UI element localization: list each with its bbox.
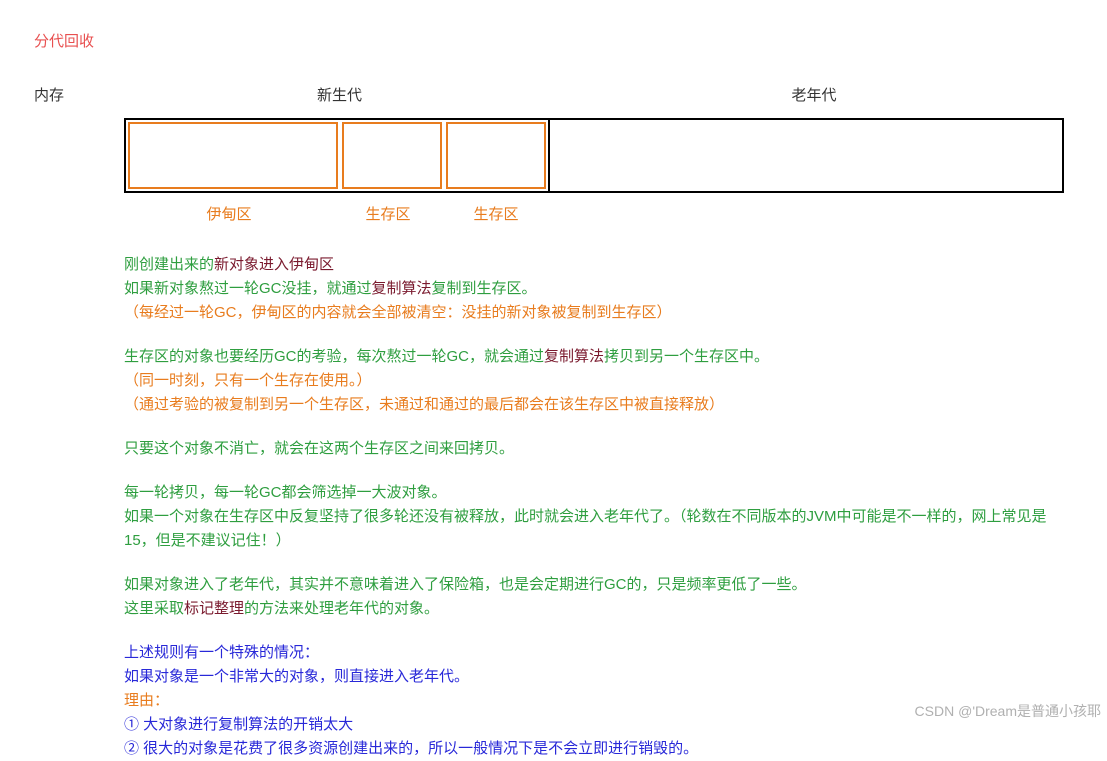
text: 每一轮拷贝，每一轮GC都会筛选掉一大波对象。 bbox=[124, 481, 1064, 505]
text: 如果对象进入了老年代，其实并不意味着进入了保险箱，也是会定期进行GC的，只是频率… bbox=[124, 573, 1064, 597]
text: 刚创建出来的 bbox=[124, 256, 214, 273]
text: 拷贝到另一个生存区中。 bbox=[604, 348, 769, 365]
text: 标记整理 bbox=[184, 600, 244, 617]
eden-label: 伊甸区 bbox=[124, 203, 334, 227]
text: 复制到生存区。 bbox=[432, 280, 537, 297]
survivor1-label: 生存区 bbox=[334, 203, 442, 227]
header-row: 内存 新生代 老年代 bbox=[34, 84, 1073, 108]
text: 的方法来处理老年代的对象。 bbox=[244, 600, 439, 617]
old-region bbox=[550, 120, 1062, 191]
text: ② 很大的对象是花费了很多资源创建出来的，所以一般情况下是不会立即进行销毁的。 bbox=[124, 737, 1064, 761]
text: （通过考验的被复制到另一个生存区，未通过和通过的最后都会在该生存区中被直接释放） bbox=[124, 393, 1064, 417]
memory-label: 内存 bbox=[34, 84, 124, 108]
old-gen-header: 老年代 bbox=[555, 84, 1073, 108]
text: 复制算法 bbox=[544, 348, 604, 365]
text: 只要这个对象不消亡，就会在这两个生存区之间来回拷贝。 bbox=[124, 437, 1064, 461]
text: 生存区的对象也要经历GC的考验，每次熬过一轮GC，就会通过 bbox=[124, 348, 544, 365]
watermark: CSDN @'Dream是普通小孩耶 bbox=[915, 700, 1101, 722]
text: 上述规则有一个特殊的情况： bbox=[124, 641, 1064, 665]
memory-container bbox=[124, 118, 1064, 193]
content-text: 刚创建出来的新对象进入伊甸区 如果新对象熬过一轮GC没挂，就通过复制算法复制到生… bbox=[124, 253, 1064, 761]
text: （每经过一轮GC，伊甸区的内容就会全部被清空：没挂的新对象被复制到生存区） bbox=[124, 301, 1064, 325]
text: （同一时刻，只有一个生存在使用。） bbox=[124, 369, 1064, 393]
survivor-region-1 bbox=[342, 122, 442, 189]
survivor2-label: 生存区 bbox=[442, 203, 550, 227]
young-gen-header: 新生代 bbox=[124, 84, 555, 108]
page-title: 分代回收 bbox=[34, 30, 1073, 54]
text: 如果新对象熬过一轮GC没挂，就通过 bbox=[124, 280, 372, 297]
text: 复制算法 bbox=[372, 280, 432, 297]
text: 这里采取 bbox=[124, 600, 184, 617]
text: 如果一个对象在生存区中反复坚持了很多轮还没有被释放，此时就会进入老年代了。（轮数… bbox=[124, 505, 1064, 553]
survivor-region-2 bbox=[446, 122, 546, 189]
text: 新对象进入伊甸区 bbox=[214, 256, 334, 273]
memory-diagram: 伊甸区 生存区 生存区 bbox=[124, 118, 1073, 227]
text: 如果对象是一个非常大的对象，则直接进入老年代。 bbox=[124, 665, 1064, 689]
eden-region bbox=[128, 122, 338, 189]
